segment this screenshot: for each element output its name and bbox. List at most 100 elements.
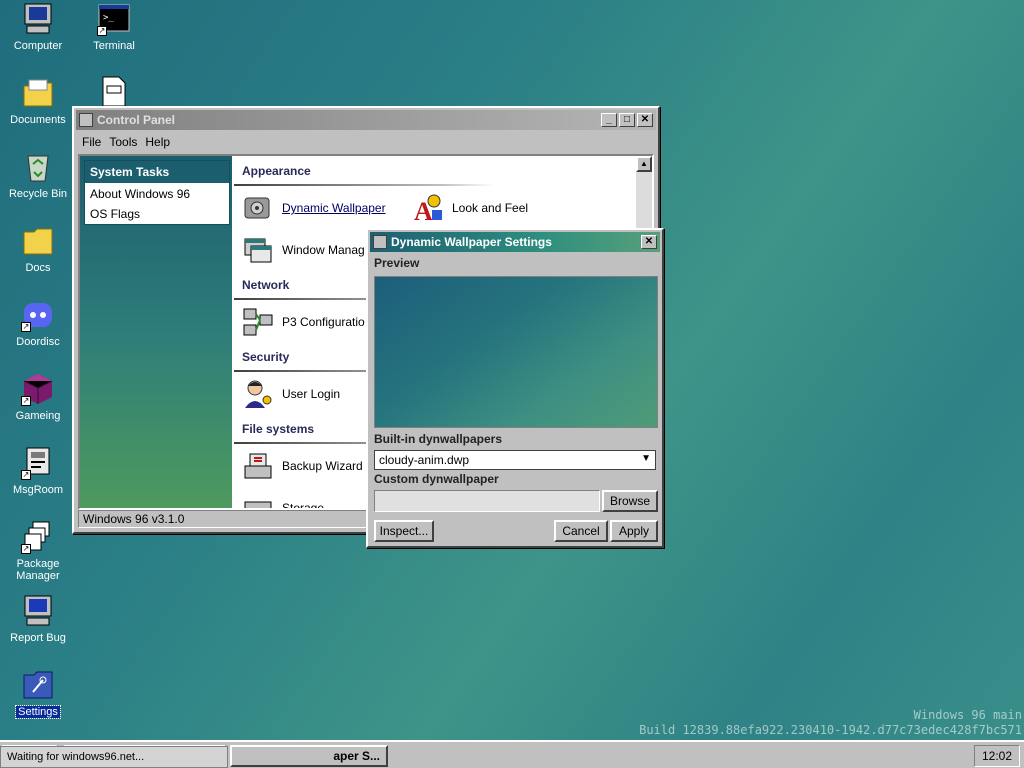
item-label: Backup Wizard — [282, 459, 363, 473]
system-tasks-panel: System Tasks About Windows 96 OS Flags — [84, 160, 230, 225]
item-label: Dynamic Wallpaper — [282, 201, 386, 215]
minimize-button[interactable]: _ — [601, 113, 617, 127]
item-backup-wizard[interactable]: Backup Wizard — [242, 450, 363, 482]
settings-icon — [21, 668, 55, 702]
item-storage[interactable]: Storage — [242, 492, 325, 510]
file-icon — [97, 76, 131, 110]
desktop-icon-label: Doordisc — [16, 336, 60, 348]
loading-status: Waiting for windows96.net... — [0, 746, 228, 768]
desktop-icon-label: Report Bug — [10, 632, 66, 644]
desktop-icon-label: Recycle Bin — [8, 188, 68, 200]
control-panel-sidebar: System Tasks About Windows 96 OS Flags — [80, 156, 232, 508]
desktop-icon-package-manager[interactable]: ↗ Package Manager — [0, 520, 76, 582]
taskbar-button-label: aper S... — [333, 749, 380, 763]
dialog-title: Dynamic Wallpaper Settings — [391, 235, 552, 249]
desktop-icon-label: Computer — [13, 40, 63, 52]
desktop-icon-doordisc[interactable]: ↗ Doordisc — [0, 298, 76, 348]
desktop-icon-terminal[interactable]: >_ ↗ Terminal — [76, 2, 152, 52]
section-network: Network — [242, 278, 290, 292]
inspect-button[interactable]: Inspect... — [374, 520, 434, 542]
dialog-titlebar[interactable]: Dynamic Wallpaper Settings ✕ — [370, 232, 660, 252]
desktop-icon-settings[interactable]: Settings — [0, 668, 76, 719]
section-security: Security — [242, 350, 290, 364]
select-value: cloudy-anim.dwp — [379, 453, 470, 467]
item-label: Window Manag — [282, 243, 365, 257]
builtin-wallpaper-select[interactable]: cloudy-anim.dwp ▼ — [374, 450, 656, 470]
menu-help[interactable]: Help — [141, 135, 174, 149]
item-label: Look and Feel — [452, 201, 529, 215]
custom-wallpaper-field[interactable] — [374, 490, 600, 512]
computer-icon — [21, 2, 55, 36]
desktop-icon-label: Terminal — [93, 40, 135, 52]
doordisc-icon: ↗ — [21, 298, 55, 332]
menu-file[interactable]: File — [78, 135, 105, 149]
desktop-icon-label: Docs — [25, 262, 51, 274]
task-os-flags[interactable]: OS Flags — [85, 204, 229, 224]
control-panel-icon — [79, 113, 93, 127]
desktop-icon-recycle-bin[interactable]: Recycle Bin — [0, 150, 76, 200]
close-button[interactable]: ✕ — [637, 113, 653, 127]
build-watermark-line1: Windows 96 main — [913, 708, 1022, 722]
desktop-icon-label: Gameing — [15, 410, 61, 422]
terminal-icon: >_ ↗ — [97, 2, 131, 36]
control-panel-titlebar[interactable]: Control Panel _ □ ✕ — [76, 110, 656, 130]
preview-label: Preview — [374, 256, 420, 270]
cube-icon: ↗ — [21, 372, 55, 406]
clock[interactable]: 12:02 — [974, 745, 1020, 767]
desktop-icon-report-bug[interactable]: Report Bug — [0, 594, 76, 644]
msgroom-icon: ↗ — [21, 446, 55, 480]
network-icon — [242, 306, 274, 338]
user-key-icon — [242, 378, 274, 410]
folder-icon — [21, 224, 55, 258]
scroll-up-arrow-icon[interactable]: ▲ — [636, 156, 652, 172]
menu-tools[interactable]: Tools — [105, 135, 141, 149]
item-look-and-feel[interactable]: A Look and Feel — [412, 192, 529, 226]
item-user-login[interactable]: User Login — [242, 378, 340, 410]
desktop-icon-label: MsgRoom — [12, 484, 64, 496]
item-label: Storage — [282, 501, 325, 510]
item-label: P3 Configuratio — [282, 315, 365, 329]
section-appearance: Appearance — [242, 164, 311, 178]
desktop-icon-label: Documents — [10, 114, 66, 126]
look-and-feel-icon: A — [412, 192, 444, 226]
svg-text:>_: >_ — [103, 13, 114, 23]
wallpaper-icon — [242, 192, 274, 224]
system-tasks-title: System Tasks — [85, 161, 229, 184]
dynamic-wallpaper-dialog: Dynamic Wallpaper Settings ✕ Preview Bui… — [366, 228, 664, 548]
desktop-icon-label: Package Manager — [16, 558, 60, 582]
section-file-systems: File systems — [242, 422, 315, 436]
section-divider — [234, 184, 494, 186]
taskbar-button-wallpaper-settings[interactable]: aper S... — [230, 745, 388, 767]
window-title: Control Panel — [97, 113, 176, 127]
item-dynamic-wallpaper[interactable]: Dynamic Wallpaper — [242, 192, 386, 224]
build-watermark-line2: Build 12839.88efa922.230410-1942.d77c73e… — [639, 723, 1022, 737]
custom-label: Custom dynwallpaper — [374, 472, 499, 486]
maximize-button[interactable]: □ — [619, 113, 635, 127]
desktop-icon-docs[interactable]: Docs — [0, 224, 76, 274]
desktop-icon-gameing[interactable]: ↗ Gameing — [0, 372, 76, 422]
desktop-icon-label: Settings — [15, 705, 61, 719]
apply-button[interactable]: Apply — [610, 520, 658, 542]
backup-icon — [242, 450, 274, 482]
recycle-bin-icon — [21, 150, 55, 184]
dialog-close-button[interactable]: ✕ — [641, 235, 657, 249]
chevron-down-icon: ▼ — [641, 453, 651, 464]
menu-bar: File Tools Help — [74, 132, 658, 152]
builtin-label: Built-in dynwallpapers — [374, 432, 503, 446]
item-p3-configuration[interactable]: P3 Configuratio — [242, 306, 365, 338]
desktop-icon-computer[interactable]: Computer — [0, 2, 76, 52]
storage-icon — [242, 492, 274, 508]
desktop-icon-msgroom[interactable]: ↗ MsgRoom — [0, 446, 76, 496]
wallpaper-settings-icon — [373, 235, 387, 249]
folder-documents-icon — [21, 76, 55, 110]
desktop-icon-documents[interactable]: Documents — [0, 76, 76, 126]
report-bug-icon — [21, 594, 55, 628]
item-window-manager[interactable]: Window Manag — [242, 234, 365, 266]
item-label: User Login — [282, 387, 341, 401]
cancel-button[interactable]: Cancel — [554, 520, 608, 542]
package-manager-icon: ↗ — [21, 520, 55, 554]
task-about-windows[interactable]: About Windows 96 — [85, 184, 229, 204]
window-manager-icon — [242, 234, 274, 266]
wallpaper-preview — [374, 276, 658, 428]
browse-button[interactable]: Browse — [602, 490, 658, 512]
